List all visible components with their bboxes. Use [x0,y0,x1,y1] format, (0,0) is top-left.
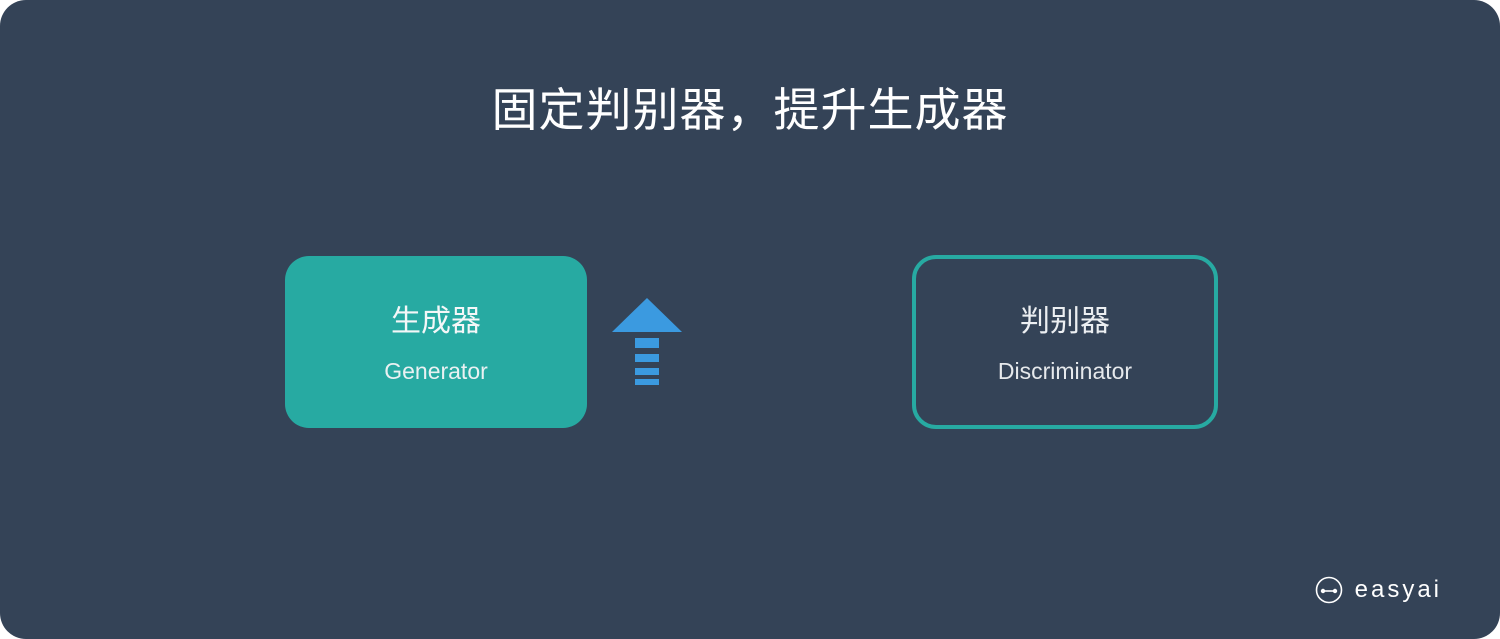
generator-label-en: Generator [384,358,488,384]
diagram-title: 固定判别器，提升生成器 [491,83,1009,137]
easyai-logo-icon [1315,576,1342,604]
brand-name: easyai [1354,576,1442,603]
generator-box: 生成器 Generator [285,256,587,428]
discriminator-label-cn: 判别器 [1020,304,1110,339]
brand-logo: easyai [1315,574,1442,606]
generator-label-cn: 生成器 [391,304,481,339]
discriminator-box: 判别器 Discriminator [912,255,1218,429]
up-arrow-icon [612,298,682,385]
diagram-canvas: 固定判别器，提升生成器 生成器 Generator 判别器 Discrimina… [0,0,1500,639]
discriminator-label-en: Discriminator [997,358,1133,384]
